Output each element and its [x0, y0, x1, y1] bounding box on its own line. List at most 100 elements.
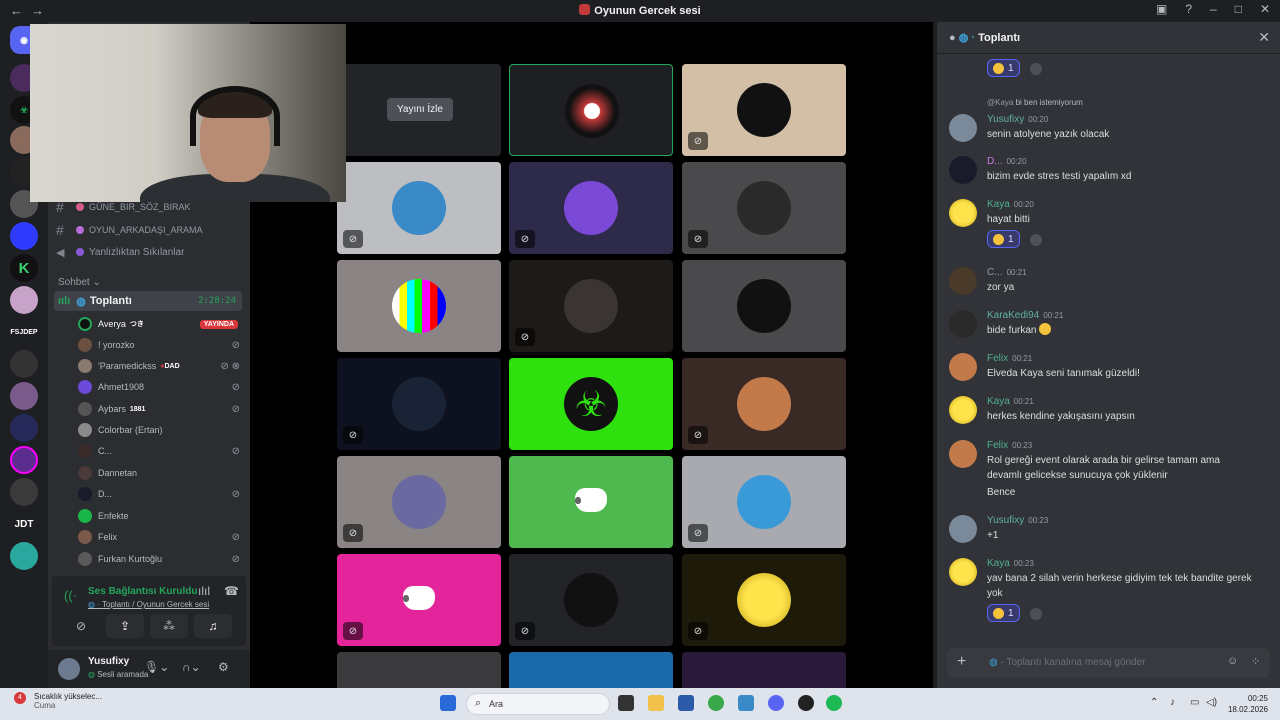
participant-tile[interactable]: ⊘: [509, 260, 673, 352]
voice-channel[interactable]: ◀ Yanlızlıktan Sıkılanlar: [56, 242, 244, 262]
store-icon[interactable]: [678, 695, 694, 711]
camera-off-button[interactable]: ⊘: [62, 614, 100, 638]
soundboard-button[interactable]: ♫: [194, 614, 232, 638]
watch-stream-button[interactable]: Yayını İzle: [387, 98, 453, 121]
voice-member[interactable]: Aybars 1881 ⊘: [78, 399, 240, 419]
avatar[interactable]: [949, 558, 977, 586]
avatar[interactable]: [949, 353, 977, 381]
close-chat-icon[interactable]: ✕: [1258, 29, 1270, 46]
add-reaction-icon[interactable]: [1030, 608, 1042, 620]
reaction-pill[interactable]: 1: [987, 230, 1020, 248]
voice-location-link[interactable]: ◍ · Toplantı / Oyunun Gercek sesi: [88, 600, 209, 609]
start-button[interactable]: [440, 695, 456, 711]
avatar[interactable]: [949, 114, 977, 142]
participant-tile[interactable]: ☣: [509, 358, 673, 450]
inbox-icon[interactable]: ▣: [1156, 2, 1167, 16]
participant-tile[interactable]: ⊘: [682, 456, 846, 548]
participant-tile[interactable]: [682, 652, 846, 688]
server-icon[interactable]: [10, 382, 38, 410]
avatar[interactable]: [58, 658, 80, 680]
participant-tile[interactable]: ⊘: [682, 162, 846, 254]
taskbar-clock[interactable]: 00:25 18.02.2026: [1228, 693, 1268, 715]
weather-widget[interactable]: 4 Sıcaklık yükselec... Cuma: [14, 692, 102, 710]
active-voice-channel[interactable]: ıılı ◍ Toplantı 2:28:24: [54, 291, 242, 311]
taskbar-search[interactable]: ⌕ Ara: [466, 693, 610, 715]
participant-tile[interactable]: [337, 652, 501, 688]
voice-member[interactable]: Colorbar (Ertan): [78, 420, 240, 440]
message-author[interactable]: Kaya: [987, 199, 1010, 210]
text-channel[interactable]: # OYUN_ARKADAŞI_ARAMA: [56, 220, 244, 240]
participant-tile[interactable]: [509, 64, 673, 156]
message-author[interactable]: Felix: [987, 440, 1008, 451]
close-window-button[interactable]: ✕: [1260, 2, 1270, 16]
app-icon[interactable]: [738, 695, 754, 711]
connection-signal-icon[interactable]: ((·: [64, 588, 77, 603]
participant-tile[interactable]: [509, 652, 673, 688]
tray-chevron-icon[interactable]: ⌃: [1150, 697, 1158, 708]
server-icon[interactable]: [10, 414, 38, 442]
settings-gear-icon[interactable]: ⚙: [218, 660, 229, 674]
message-author[interactable]: Yusufixy: [987, 114, 1024, 125]
apps-icon[interactable]: ⁘: [1251, 655, 1260, 668]
avatar[interactable]: [949, 515, 977, 543]
server-icon[interactable]: [10, 222, 38, 250]
server-icon[interactable]: [10, 542, 38, 570]
category-header[interactable]: Sohbet ⌄: [58, 277, 101, 288]
tray-mic-icon[interactable]: ♪: [1170, 697, 1175, 708]
task-view-icon[interactable]: [618, 695, 634, 711]
headphones-icon[interactable]: ∩⌄: [182, 660, 201, 674]
server-label-fsjdep[interactable]: FSJDEP: [6, 318, 42, 346]
voice-member[interactable]: Enfekte: [78, 506, 240, 526]
stream-tile[interactable]: Yayını İzle: [337, 64, 501, 156]
participant-tile[interactable]: ⊘: [337, 162, 501, 254]
message-author[interactable]: C...: [987, 267, 1003, 278]
voice-member[interactable]: D... ⊘: [78, 484, 240, 504]
participant-tile[interactable]: ⊘: [509, 162, 673, 254]
disconnect-icon[interactable]: ☎: [224, 584, 239, 598]
participant-tile[interactable]: ⊘: [682, 64, 846, 156]
avatar[interactable]: [949, 396, 977, 424]
voice-member[interactable]: 'Paramedickss ● DAD ⊘ ⊗: [78, 356, 240, 376]
discord-taskbar-icon[interactable]: [768, 695, 784, 711]
avatar[interactable]: [949, 199, 977, 227]
network-icon[interactable]: ▭: [1190, 697, 1199, 708]
maximize-button[interactable]: □: [1235, 2, 1242, 16]
avatar[interactable]: [949, 310, 977, 338]
server-icon[interactable]: [10, 286, 38, 314]
avatar[interactable]: [949, 267, 977, 295]
volume-icon[interactable]: ◁): [1206, 697, 1217, 708]
add-reaction-icon[interactable]: [1030, 234, 1042, 246]
participant-tile[interactable]: ⊘: [337, 554, 501, 646]
file-explorer-icon[interactable]: [648, 695, 664, 711]
screen-share-button[interactable]: ⇪: [106, 614, 144, 638]
avatar[interactable]: [949, 440, 977, 468]
participant-tile[interactable]: ⊘: [509, 554, 673, 646]
message-author[interactable]: D...: [987, 156, 1003, 167]
message-author[interactable]: KaraKedi94: [987, 310, 1039, 321]
message-author[interactable]: Yusufixy: [987, 515, 1024, 526]
help-icon[interactable]: ?: [1185, 2, 1192, 16]
reply-preview[interactable]: @Kaya bi ben istemiyorum: [987, 98, 1083, 107]
microphone-icon[interactable]: 🎙︎⌄: [144, 660, 169, 674]
kick-server-icon[interactable]: K: [10, 254, 38, 282]
message-author[interactable]: Felix: [987, 353, 1008, 364]
app-icon[interactable]: [798, 695, 814, 711]
message-author[interactable]: Kaya: [987, 558, 1010, 569]
voice-member[interactable]: Dannetan: [78, 463, 240, 483]
voice-member[interactable]: Furkan Kurtoğlu ⊘: [78, 549, 240, 569]
add-reaction-icon[interactable]: [1030, 63, 1042, 75]
reaction-pill[interactable]: 1: [987, 604, 1020, 622]
webcam-preview[interactable]: [30, 24, 346, 202]
voice-member[interactable]: Felix ⊘: [78, 527, 240, 547]
attach-plus-icon[interactable]: +: [957, 653, 966, 671]
voice-member[interactable]: ! yorozko ⊘: [78, 335, 240, 355]
server-icon[interactable]: [10, 446, 38, 474]
participant-tile[interactable]: [337, 260, 501, 352]
minimize-button[interactable]: –: [1210, 2, 1217, 16]
message-author[interactable]: Kaya: [987, 396, 1010, 407]
participant-tile[interactable]: ⊘: [682, 554, 846, 646]
emoji-picker-icon[interactable]: ☺: [1227, 655, 1238, 667]
activities-button[interactable]: ⁂: [150, 614, 188, 638]
noise-suppression-icon[interactable]: ılıl: [198, 584, 210, 598]
voice-member[interactable]: Ahmet1908 ⊘: [78, 377, 240, 397]
